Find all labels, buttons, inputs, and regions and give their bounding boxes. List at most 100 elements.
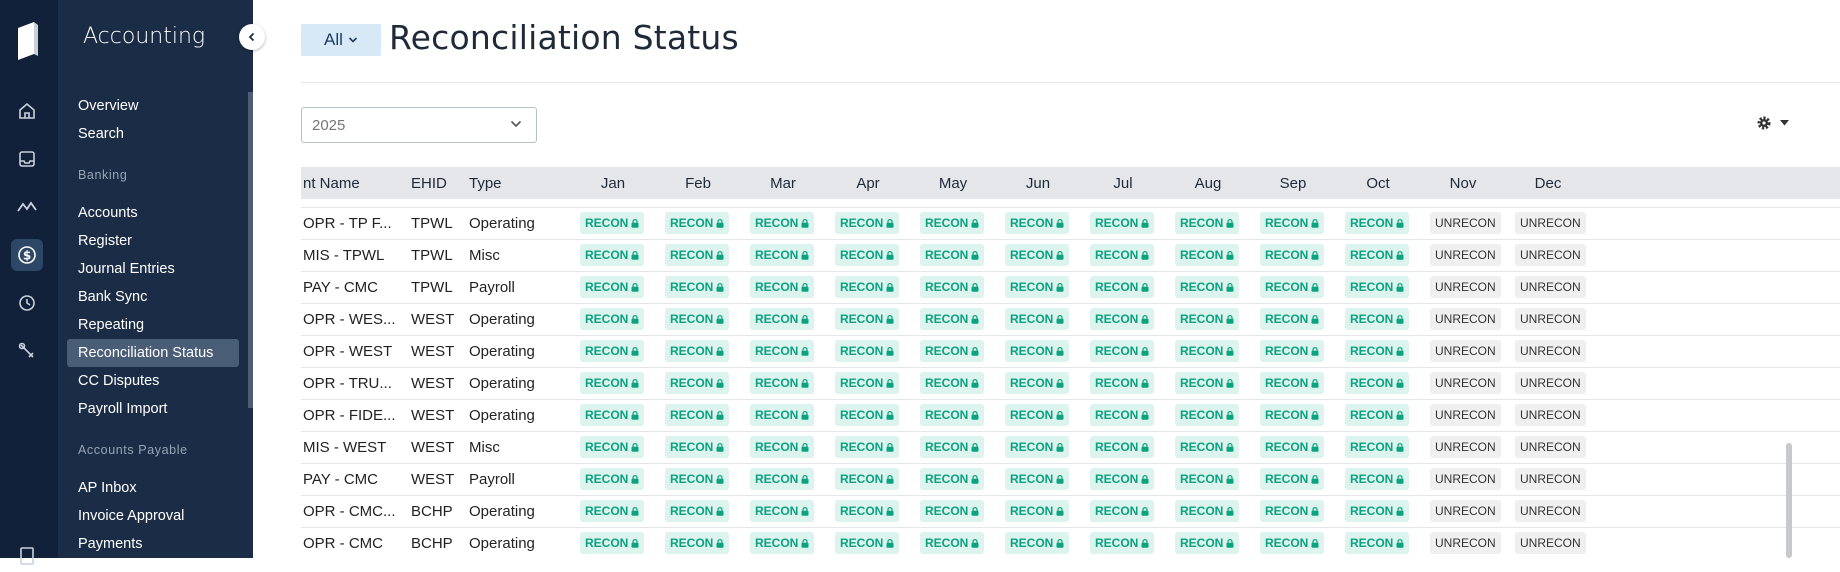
table-row[interactable]: OPR - CMC... BCHP Operating RECON RECON RECON… xyxy=(301,495,1840,528)
recon-status-badge[interactable]: RECON xyxy=(580,276,645,298)
recon-status-badge[interactable]: RECON xyxy=(1260,340,1325,362)
table-row[interactable]: PAY - CMC TPWL Payroll RECON RECON RECON RECON… xyxy=(301,271,1840,304)
recon-status-badge[interactable]: RECON xyxy=(580,468,645,490)
recon-status-badge[interactable]: RECON xyxy=(750,404,815,426)
recon-status-badge[interactable]: RECON xyxy=(580,500,645,522)
unrecon-status-badge[interactable]: UNRECON xyxy=(1515,404,1586,426)
column-header-nov[interactable]: Nov xyxy=(1438,167,1488,199)
recon-status-badge[interactable]: RECON xyxy=(1090,404,1155,426)
unrecon-status-badge[interactable]: UNRECON xyxy=(1430,212,1501,234)
recon-status-badge[interactable]: RECON xyxy=(835,404,900,426)
recon-status-badge[interactable]: RECON xyxy=(1260,244,1325,266)
recon-status-badge[interactable]: RECON xyxy=(665,436,730,458)
recon-status-badge[interactable]: RECON xyxy=(580,404,645,426)
recon-status-badge[interactable]: RECON xyxy=(1005,404,1070,426)
home-icon[interactable] xyxy=(11,95,43,127)
recon-status-badge[interactable]: RECON xyxy=(1005,468,1070,490)
sidebar-item-payroll-import[interactable]: Payroll Import xyxy=(67,395,239,423)
recon-status-badge[interactable]: RECON xyxy=(1175,244,1240,266)
recon-status-badge[interactable]: RECON xyxy=(1260,404,1325,426)
sidebar-item-repeating[interactable]: Repeating xyxy=(67,311,239,339)
recon-status-badge[interactable]: RECON xyxy=(1005,372,1070,394)
unrecon-status-badge[interactable]: UNRECON xyxy=(1515,308,1586,330)
column-header-account-name[interactable]: nt Name xyxy=(303,167,360,199)
recon-status-badge[interactable]: RECON xyxy=(750,340,815,362)
recon-status-badge[interactable]: RECON xyxy=(1175,276,1240,298)
recon-status-badge[interactable]: RECON xyxy=(1175,404,1240,426)
recon-status-badge[interactable]: RECON xyxy=(835,532,900,554)
recon-status-badge[interactable]: RECON xyxy=(1175,212,1240,234)
recon-status-badge[interactable]: RECON xyxy=(1175,340,1240,362)
recon-status-badge[interactable]: RECON xyxy=(665,500,730,522)
recon-status-badge[interactable]: RECON xyxy=(750,500,815,522)
column-header-apr[interactable]: Apr xyxy=(843,167,893,199)
recon-status-badge[interactable]: RECON xyxy=(1005,212,1070,234)
table-row[interactable]: OPR - WEST WEST Operating RECON RECON RECON RE… xyxy=(301,335,1840,368)
recon-status-badge[interactable]: RECON xyxy=(1090,276,1155,298)
recon-status-badge[interactable]: RECON xyxy=(1260,436,1325,458)
unrecon-status-badge[interactable]: UNRECON xyxy=(1430,468,1501,490)
table-row[interactable]: MIS - WEST WEST Misc RECON RECON RECON RECON RE… xyxy=(301,431,1840,464)
table-row[interactable]: PAY - CMC WEST Payroll RECON RECON RECON RECON… xyxy=(301,463,1840,496)
unrecon-status-badge[interactable]: UNRECON xyxy=(1515,500,1586,522)
dollar-icon[interactable]: $ xyxy=(11,239,43,271)
recon-status-badge[interactable]: RECON xyxy=(920,436,985,458)
recon-status-badge[interactable]: RECON xyxy=(835,308,900,330)
recon-status-badge[interactable]: RECON xyxy=(750,532,815,554)
recon-status-badge[interactable]: RECON xyxy=(1345,244,1410,266)
document-icon[interactable] xyxy=(11,540,43,572)
sidebar-item-journal-entries[interactable]: Journal Entries xyxy=(67,255,239,283)
recon-status-badge[interactable]: RECON xyxy=(1175,372,1240,394)
recon-status-badge[interactable]: RECON xyxy=(920,244,985,266)
recon-status-badge[interactable]: RECON xyxy=(1345,276,1410,298)
table-row[interactable]: MIS - TPWL TPWL Misc RECON RECON RECON RECON RE… xyxy=(301,239,1840,272)
unrecon-status-badge[interactable]: UNRECON xyxy=(1430,308,1501,330)
sidebar-item-search[interactable]: Search xyxy=(67,120,239,148)
recon-status-badge[interactable]: RECON xyxy=(665,308,730,330)
recon-status-badge[interactable]: RECON xyxy=(920,404,985,426)
recon-status-badge[interactable]: RECON xyxy=(580,308,645,330)
column-header-dec[interactable]: Dec xyxy=(1523,167,1573,199)
recon-status-badge[interactable]: RECON xyxy=(1175,308,1240,330)
recon-status-badge[interactable]: RECON xyxy=(1090,468,1155,490)
column-header-sep[interactable]: Sep xyxy=(1268,167,1318,199)
recon-status-badge[interactable]: RECON xyxy=(1090,500,1155,522)
sidebar-item-ap-inbox[interactable]: AP Inbox xyxy=(67,474,239,502)
recon-status-badge[interactable]: RECON xyxy=(1345,468,1410,490)
sidebar-item-payments[interactable]: Payments xyxy=(67,530,239,558)
column-header-jun[interactable]: Jun xyxy=(1013,167,1063,199)
recon-status-badge[interactable]: RECON xyxy=(920,532,985,554)
recon-status-badge[interactable]: RECON xyxy=(580,436,645,458)
recon-status-badge[interactable]: RECON xyxy=(920,340,985,362)
recon-status-badge[interactable]: RECON xyxy=(1175,436,1240,458)
recon-status-badge[interactable]: RECON xyxy=(835,244,900,266)
recon-status-badge[interactable]: RECON xyxy=(920,212,985,234)
recon-status-badge[interactable]: RECON xyxy=(1175,532,1240,554)
recon-status-badge[interactable]: RECON xyxy=(665,404,730,426)
recon-status-badge[interactable]: RECON xyxy=(1345,500,1410,522)
column-header-may[interactable]: May xyxy=(928,167,978,199)
recon-status-badge[interactable]: RECON xyxy=(920,372,985,394)
column-header-aug[interactable]: Aug xyxy=(1183,167,1233,199)
recon-status-badge[interactable]: RECON xyxy=(835,500,900,522)
inbox-icon[interactable] xyxy=(11,143,43,175)
unrecon-status-badge[interactable]: UNRECON xyxy=(1430,404,1501,426)
recon-status-badge[interactable]: RECON xyxy=(1090,436,1155,458)
app-logo-icon[interactable] xyxy=(14,22,40,65)
clock-icon[interactable] xyxy=(11,287,43,319)
table-settings-button[interactable] xyxy=(1756,115,1789,131)
table-row[interactable]: OPR - WES... WEST Operating RECON RECON RECON… xyxy=(301,303,1840,336)
recon-status-badge[interactable]: RECON xyxy=(1345,532,1410,554)
unrecon-status-badge[interactable]: UNRECON xyxy=(1515,276,1586,298)
column-header-mar[interactable]: Mar xyxy=(758,167,808,199)
filter-dropdown-button[interactable]: All xyxy=(301,24,381,56)
recon-status-badge[interactable]: RECON xyxy=(580,212,645,234)
analytics-icon[interactable] xyxy=(11,191,43,223)
table-row[interactable]: OPR - TRU... WEST Operating RECON RECON RECON… xyxy=(301,367,1840,400)
recon-status-badge[interactable]: RECON xyxy=(1345,212,1410,234)
unrecon-status-badge[interactable]: UNRECON xyxy=(1515,212,1586,234)
column-header-ehid[interactable]: EHID xyxy=(411,167,447,199)
recon-status-badge[interactable]: RECON xyxy=(750,244,815,266)
unrecon-status-badge[interactable]: UNRECON xyxy=(1430,244,1501,266)
column-header-jul[interactable]: Jul xyxy=(1098,167,1148,199)
